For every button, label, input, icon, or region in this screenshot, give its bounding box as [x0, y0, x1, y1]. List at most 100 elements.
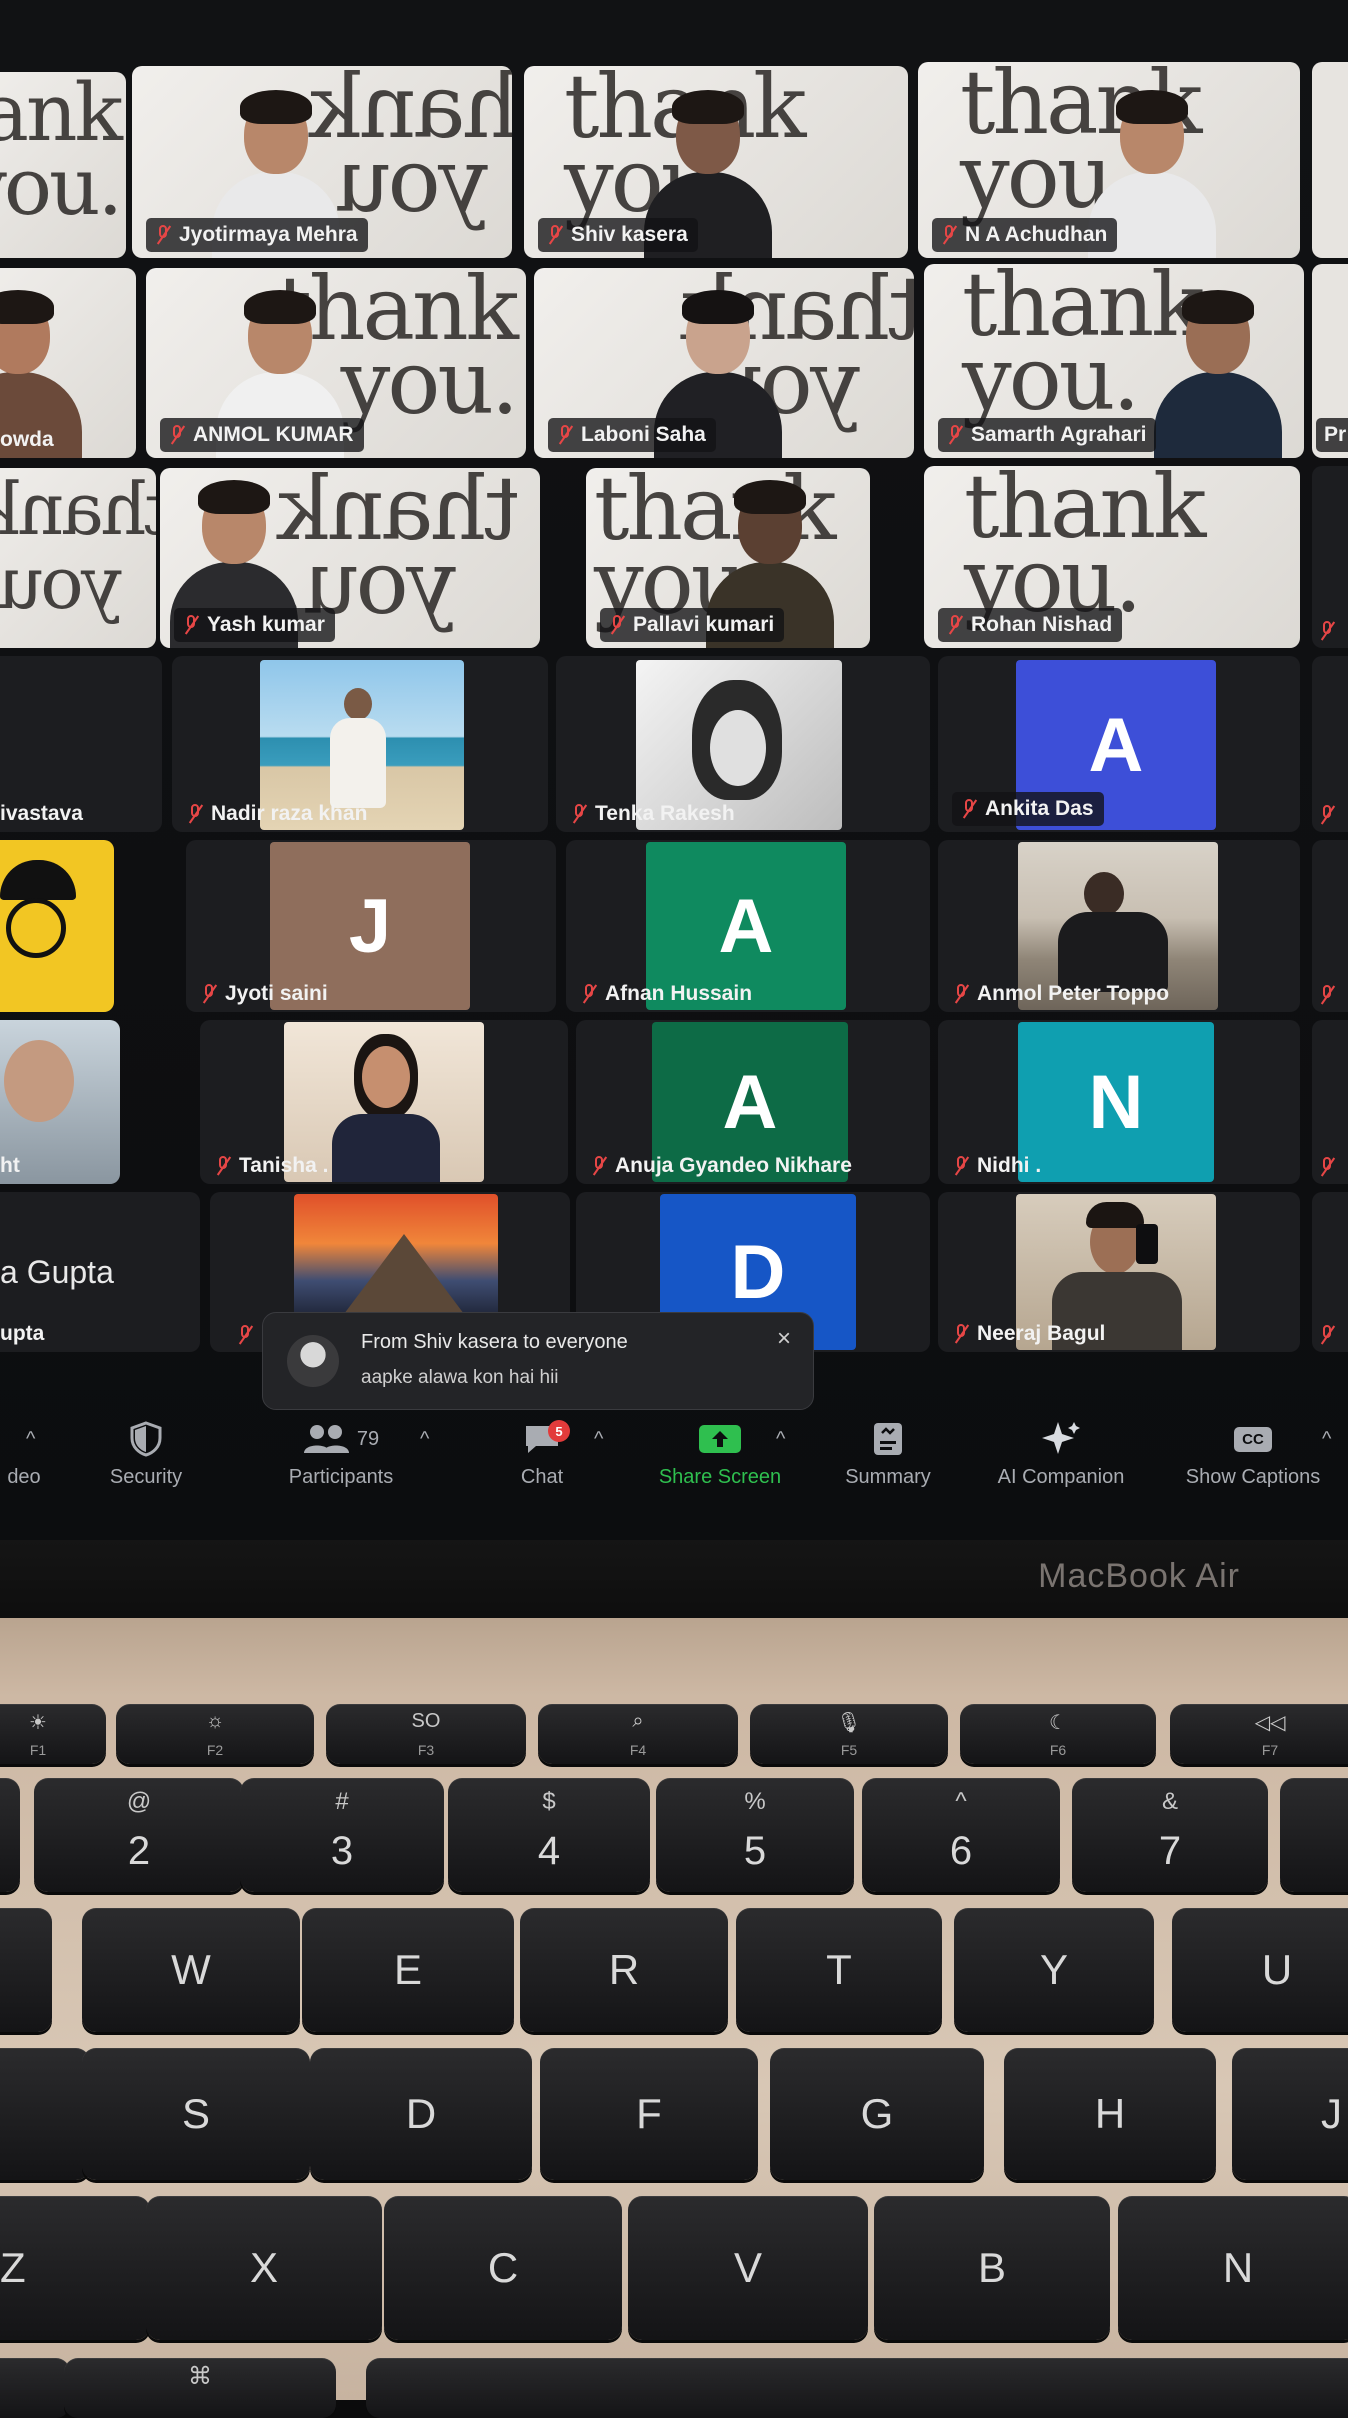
- key-f7[interactable]: ◁◁ F7: [1170, 1704, 1348, 1764]
- ai-companion-button[interactable]: AI Companion: [978, 1418, 1144, 1489]
- mic-muted-icon: [608, 614, 626, 636]
- participant-tile[interactable]: A Anuja Gyandeo Nikhare: [576, 1020, 930, 1184]
- key-z[interactable]: Z: [0, 2196, 150, 2340]
- participant-tile[interactable]: thank you. Jyotirmaya Mehra: [132, 66, 512, 258]
- key-7[interactable]: & 7: [1072, 1778, 1268, 1892]
- participant-tile[interactable]: Neeraj Bagul: [938, 1192, 1300, 1352]
- participant-tile-partial[interactable]: thank you.: [0, 72, 126, 258]
- participant-tile-partial[interactable]: Pr: [1312, 264, 1348, 458]
- participant-tile[interactable]: thank you. Shiv kasera: [524, 66, 908, 258]
- key-1-partial[interactable]: [0, 1778, 20, 1892]
- key-f6[interactable]: ☾ F6: [960, 1704, 1156, 1764]
- participant-tile[interactable]: A Ankita Das: [938, 656, 1300, 832]
- participant-tile[interactable]: N Nidhi .: [938, 1020, 1300, 1184]
- key-fn-partial[interactable]: [0, 2358, 70, 2418]
- participant-nameplate: Anmol Peter Toppo: [952, 982, 1169, 1006]
- participant-tile-partial[interactable]: [1312, 840, 1348, 1012]
- participant-tile-partial[interactable]: [1312, 1192, 1348, 1352]
- key-q-partial[interactable]: [0, 1908, 52, 2032]
- key-w[interactable]: W: [82, 1908, 300, 2032]
- participant-tile[interactable]: thank you. Rohan Nishad: [924, 466, 1300, 648]
- key-d[interactable]: D: [310, 2048, 532, 2180]
- participants-button[interactable]: 79 Participants: [266, 1418, 416, 1489]
- participant-nameplate: Shiv kasera: [538, 218, 698, 252]
- participant-tile-partial[interactable]: [1312, 466, 1348, 648]
- participant-tile[interactable]: thank you. ANMOL KUMAR: [146, 268, 526, 458]
- participant-tile[interactable]: Anmol Peter Toppo: [938, 840, 1300, 1012]
- key-8-partial[interactable]: [1280, 1778, 1348, 1892]
- participants-options-caret[interactable]: ^: [420, 1428, 429, 1451]
- key-f[interactable]: F: [540, 2048, 758, 2180]
- key-space-partial[interactable]: [366, 2358, 1348, 2418]
- participant-nameplate: Pr: [1316, 418, 1348, 452]
- key-e[interactable]: E: [302, 1908, 514, 2032]
- participant-tile-partial[interactable]: [1312, 656, 1348, 832]
- key-2[interactable]: @2: [34, 1778, 244, 1892]
- chat-options-caret[interactable]: ^: [594, 1428, 603, 1451]
- key-j-partial[interactable]: J: [1232, 2048, 1348, 2180]
- key-f3[interactable]: SO F3: [326, 1704, 526, 1764]
- key-a-partial[interactable]: [0, 2048, 90, 2180]
- key-x[interactable]: X: [146, 2196, 382, 2340]
- chat-button[interactable]: 5 Chat: [502, 1418, 582, 1489]
- participant-tile-partial[interactable]: [1312, 1020, 1348, 1184]
- participant-tile[interactable]: Tenka Rakesh: [556, 656, 930, 832]
- participant-tile[interactable]: thank you. Laboni Saha: [534, 268, 914, 458]
- key-b[interactable]: B: [874, 2196, 1110, 2340]
- key-3[interactable]: #3: [240, 1778, 444, 1892]
- participant-tile[interactable]: thank you. Pallavi kumari: [586, 468, 870, 648]
- summary-button[interactable]: Summary: [830, 1418, 946, 1489]
- participant-tile[interactable]: Nadir raza khan: [172, 656, 548, 832]
- key-c[interactable]: C: [384, 2196, 622, 2340]
- key-f2[interactable]: ☼ F2: [116, 1704, 314, 1764]
- key-4[interactable]: $4: [448, 1778, 650, 1892]
- participant-nameplate: Afnan Hussain: [580, 982, 752, 1006]
- key-f1[interactable]: ☀ F1: [0, 1704, 106, 1764]
- key-u[interactable]: U: [1172, 1908, 1348, 2032]
- participant-nameplate: upta: [0, 1322, 44, 1346]
- mic-muted-icon: [154, 224, 172, 246]
- key-6[interactable]: ^ 6: [862, 1778, 1060, 1892]
- close-icon[interactable]: ×: [777, 1325, 791, 1353]
- participant-name-partial: ht: [0, 1154, 20, 1177]
- mic-muted-icon: [1318, 620, 1336, 642]
- participant-tile[interactable]: Tanisha .: [200, 1020, 568, 1184]
- thank-you-background-text: thank you.: [0, 72, 123, 233]
- key-h[interactable]: H: [1004, 2048, 1216, 2180]
- key-t[interactable]: T: [736, 1908, 942, 2032]
- participant-tile-partial[interactable]: a Gupta upta: [0, 1192, 200, 1352]
- security-button[interactable]: Security: [90, 1418, 202, 1489]
- chat-notification-toast[interactable]: From Shiv kasera to everyone aapke alawa…: [262, 1312, 814, 1410]
- key-y[interactable]: Y: [954, 1908, 1154, 2032]
- participant-nameplate: Samarth Agrahari: [938, 418, 1157, 452]
- key-g[interactable]: G: [770, 2048, 984, 2180]
- participant-tile-partial[interactable]: owda: [0, 268, 136, 458]
- key-f5[interactable]: 🎙 F5: [750, 1704, 948, 1764]
- chat-notification-message: aapke alawa kon hai hii: [361, 1367, 559, 1388]
- participant-name: Afnan Hussain: [605, 982, 753, 1005]
- participant-tile[interactable]: thank you. Yash kumar: [160, 468, 540, 648]
- key-f4[interactable]: ⌕ F4: [538, 1704, 738, 1764]
- participant-tile-partial[interactable]: ht: [0, 1020, 120, 1184]
- participant-nameplate: Nidhi .: [952, 1154, 1041, 1178]
- participant-tile-partial[interactable]: [0, 840, 114, 1012]
- key-r[interactable]: R: [520, 1908, 728, 2032]
- participant-tile-partial[interactable]: [1312, 62, 1348, 258]
- mic-muted-icon: [946, 424, 964, 446]
- share-options-caret[interactable]: ^: [776, 1428, 785, 1451]
- video-options-caret[interactable]: ^: [26, 1428, 35, 1451]
- participant-tile-partial[interactable]: thank you.: [0, 468, 156, 648]
- participant-tile-partial[interactable]: ivastava: [0, 656, 162, 832]
- key-s[interactable]: S: [82, 2048, 310, 2180]
- participant-tile[interactable]: thank you. Samarth Agrahari: [924, 264, 1304, 458]
- participant-tile[interactable]: thank you. N A Achudhan: [918, 62, 1300, 258]
- show-captions-button[interactable]: CC Show Captions: [1168, 1418, 1338, 1489]
- participant-nameplate: N A Achudhan: [932, 218, 1118, 252]
- participant-tile[interactable]: J Jyoti saini: [186, 840, 556, 1012]
- captions-options-caret[interactable]: ^: [1322, 1428, 1331, 1451]
- participant-tile[interactable]: A Afnan Hussain: [566, 840, 930, 1012]
- key-n[interactable]: N: [1118, 2196, 1348, 2340]
- key-v[interactable]: V: [628, 2196, 868, 2340]
- key-command[interactable]: ⌘: [64, 2358, 336, 2418]
- key-5[interactable]: % 5: [656, 1778, 854, 1892]
